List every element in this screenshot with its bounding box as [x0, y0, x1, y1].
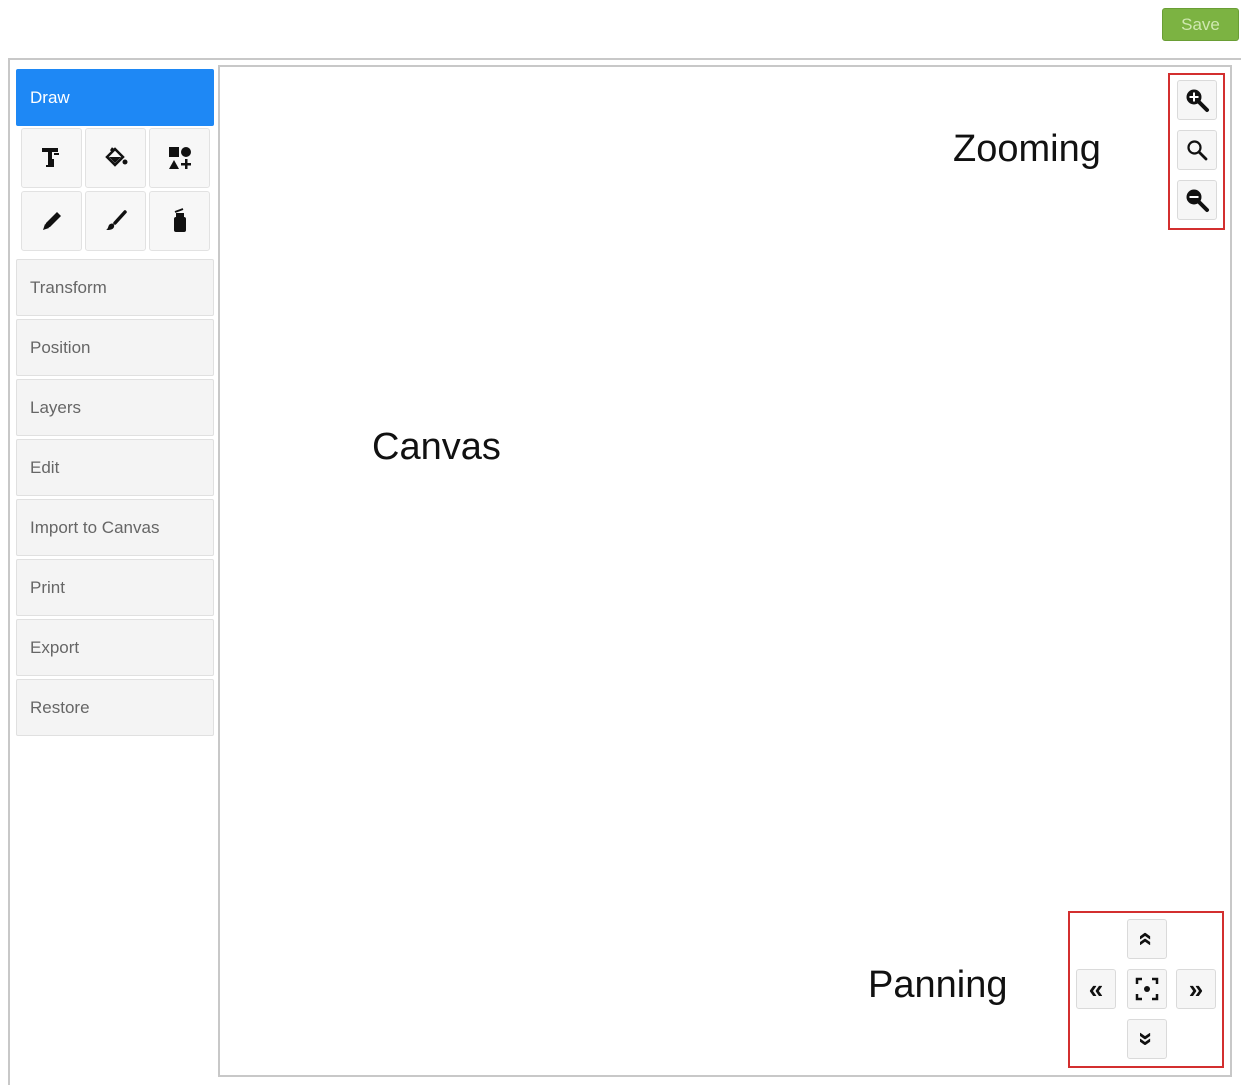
pan-left-icon: « [1088, 974, 1104, 1004]
sidebar-item-label: Import to Canvas [30, 517, 160, 537]
sidebar-item-label: Export [30, 637, 80, 657]
pan-right-button[interactable]: » [1176, 969, 1216, 1009]
sidebar-item-transform[interactable]: Transform [16, 259, 214, 316]
sidebar-item-label: Position [30, 337, 91, 357]
pan-down-icon: » [1132, 1031, 1162, 1047]
sidebar-item-label: Edit [30, 457, 60, 477]
text-tool-icon [39, 145, 65, 171]
pan-down-button[interactable]: » [1127, 1019, 1167, 1059]
panning-label: Panning [868, 964, 1008, 1006]
draw-tools [16, 128, 214, 251]
pan-up-icon: « [1132, 931, 1162, 947]
center-icon [1134, 976, 1160, 1002]
pencil-icon [39, 208, 65, 234]
fill-bucket-icon [103, 145, 129, 171]
zoom-out-button[interactable] [1177, 180, 1217, 220]
pencil-button[interactable] [21, 191, 82, 251]
shapes-button[interactable] [149, 128, 210, 188]
brush-button[interactable] [85, 191, 146, 251]
fill-bucket-button[interactable] [85, 128, 146, 188]
text-tool-button[interactable] [21, 128, 82, 188]
zoom-out-icon [1184, 187, 1210, 213]
sidebar-draw-header[interactable]: Draw [16, 69, 214, 126]
sidebar-item-label: Print [30, 577, 65, 597]
spray-can-button[interactable] [149, 191, 210, 251]
zoom-reset-button[interactable] [1177, 130, 1217, 170]
sidebar-item-restore[interactable]: Restore [16, 679, 214, 736]
zoom-in-button[interactable] [1177, 80, 1217, 120]
sidebar-item-export[interactable]: Export [16, 619, 214, 676]
brush-icon [103, 208, 129, 234]
sidebar-item-print[interactable]: Print [16, 559, 214, 616]
sidebar-item-edit[interactable]: Edit [16, 439, 214, 496]
spray-can-icon [167, 208, 193, 234]
zoom-reset-icon [1185, 138, 1209, 162]
sidebar-menu: Transform Position Layers Edit Import to… [16, 259, 214, 736]
sidebar-item-label: Transform [30, 277, 107, 297]
sidebar-item-import-to-canvas[interactable]: Import to Canvas [16, 499, 214, 556]
sidebar: Draw Transform Position Layers Edit Impo… [16, 69, 214, 739]
shapes-icon [166, 144, 194, 172]
sidebar-item-label: Layers [30, 397, 82, 417]
sidebar-item-position[interactable]: Position [16, 319, 214, 376]
pan-left-button[interactable]: « [1076, 969, 1116, 1009]
pan-center-button[interactable] [1127, 969, 1167, 1009]
sidebar-item-label: Restore [30, 697, 90, 717]
pan-up-button[interactable]: « [1127, 919, 1167, 959]
zoom-in-icon [1184, 87, 1210, 113]
draw-header-label: Draw [30, 87, 70, 107]
zooming-label: Zooming [953, 128, 1101, 170]
sidebar-item-layers[interactable]: Layers [16, 379, 214, 436]
pan-right-icon: » [1188, 974, 1204, 1004]
canvas-label: Canvas [372, 426, 501, 468]
save-button[interactable]: Save [1162, 8, 1239, 41]
